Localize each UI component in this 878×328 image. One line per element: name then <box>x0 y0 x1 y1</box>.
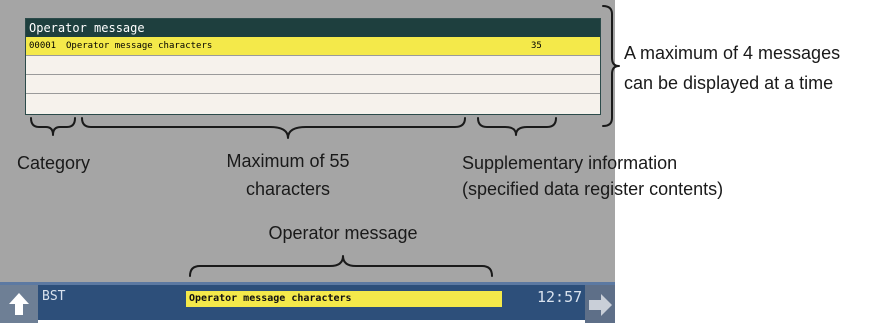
annotation-max-chars-2: characters <box>245 179 331 199</box>
bracket-category <box>30 117 76 136</box>
annotation-supplementary-2: (specified data register contents) <box>462 179 724 199</box>
annotation-supplementary-1: Supplementary information <box>462 153 678 173</box>
annotation-max-messages-2: can be displayed at a time <box>624 73 834 93</box>
annotation-max-messages-1: A maximum of 4 messages <box>624 43 841 63</box>
bracket-supplementary <box>477 117 557 136</box>
annotation-category: Category <box>17 153 91 173</box>
annotation-max-chars-1: Maximum of 55 <box>226 151 350 171</box>
annotation-operator-message: Operator message <box>268 223 418 243</box>
bracket-max-chars <box>81 117 466 139</box>
bracket-right <box>602 5 620 127</box>
bracket-operator-message <box>189 255 493 277</box>
